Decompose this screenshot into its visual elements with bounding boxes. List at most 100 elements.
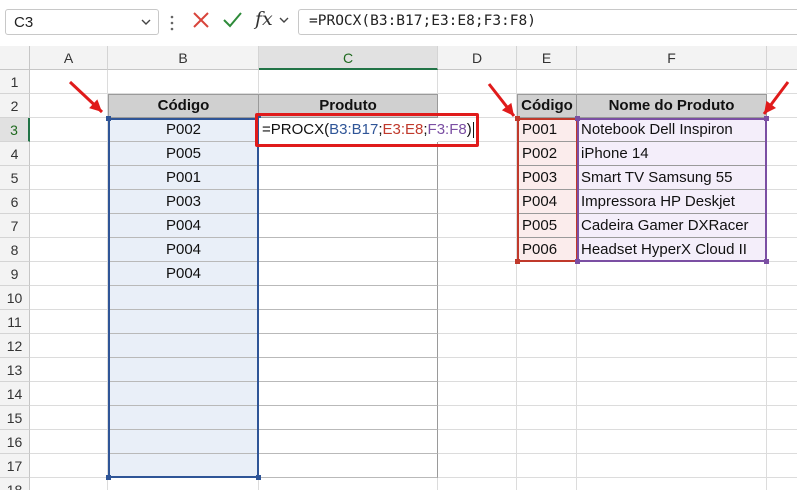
grid-cell[interactable] xyxy=(438,142,517,166)
table2-codigo-cell[interactable]: P002 xyxy=(517,142,577,166)
grid-cell[interactable] xyxy=(259,478,438,490)
grid-cell[interactable] xyxy=(767,382,797,406)
range-handle[interactable] xyxy=(106,475,111,480)
range-handle[interactable] xyxy=(106,116,111,121)
grid-cell[interactable] xyxy=(438,190,517,214)
row-header[interactable]: 2 xyxy=(0,94,30,118)
grid-cell[interactable] xyxy=(30,430,108,454)
grid-cell[interactable] xyxy=(517,310,577,334)
grid-cell[interactable] xyxy=(438,430,517,454)
column-header-e[interactable]: E xyxy=(517,46,577,70)
grid-cell[interactable] xyxy=(517,334,577,358)
grid-cell[interactable] xyxy=(767,118,797,142)
grid-cell[interactable] xyxy=(30,358,108,382)
grid-cell[interactable] xyxy=(30,214,108,238)
row-header[interactable]: 7 xyxy=(0,214,30,238)
grid-cell[interactable] xyxy=(517,382,577,406)
table1-produto-cell[interactable] xyxy=(259,382,438,406)
grid-cell[interactable] xyxy=(108,70,259,94)
table1-produto-cell[interactable] xyxy=(259,406,438,430)
grid-cell[interactable] xyxy=(767,166,797,190)
grid-cell[interactable] xyxy=(30,262,108,286)
grid-cell[interactable] xyxy=(767,190,797,214)
table1-produto-cell[interactable] xyxy=(259,454,438,478)
grid-cell[interactable] xyxy=(438,214,517,238)
grid-cell[interactable] xyxy=(517,262,577,286)
active-cell-c3[interactable]: =PROCX(B3:B17;E3:E8;F3:F8) xyxy=(259,118,474,142)
column-header-b[interactable]: B xyxy=(108,46,259,70)
column-header-f[interactable]: F xyxy=(577,46,767,70)
row-header[interactable]: 5 xyxy=(0,166,30,190)
table2-codigo-cell[interactable]: P006 xyxy=(517,238,577,262)
table1-codigo-cell[interactable]: P002 xyxy=(108,118,259,142)
enter-check-icon[interactable] xyxy=(222,11,242,29)
grid-cell[interactable] xyxy=(577,382,767,406)
grid-cell[interactable] xyxy=(577,406,767,430)
table1-codigo-cell[interactable] xyxy=(108,286,259,310)
grid-cell[interactable] xyxy=(438,238,517,262)
row-header[interactable]: 14 xyxy=(0,382,30,406)
grid-cell[interactable] xyxy=(577,286,767,310)
grid-cell[interactable] xyxy=(577,430,767,454)
table2-codigo-cell[interactable]: P003 xyxy=(517,166,577,190)
grid-cell[interactable] xyxy=(30,190,108,214)
grid-cell[interactable] xyxy=(30,94,108,118)
table1-codigo-cell[interactable]: P004 xyxy=(108,262,259,286)
grid-cell[interactable] xyxy=(767,478,797,490)
grid-cell[interactable] xyxy=(577,478,767,490)
range-handle[interactable] xyxy=(515,116,520,121)
grid-cell[interactable] xyxy=(30,334,108,358)
grid-cell[interactable] xyxy=(767,406,797,430)
table1-produto-cell[interactable] xyxy=(259,166,438,190)
table2-nome-cell[interactable]: Notebook Dell Inspiron xyxy=(577,118,767,142)
range-handle[interactable] xyxy=(764,259,769,264)
grid-cell[interactable] xyxy=(30,286,108,310)
grid-cell[interactable] xyxy=(767,430,797,454)
range-handle[interactable] xyxy=(764,116,769,121)
row-header[interactable]: 1 xyxy=(0,70,30,94)
cancel-icon[interactable] xyxy=(192,11,210,29)
table2-nome-cell[interactable]: Impressora HP Deskjet xyxy=(577,190,767,214)
grid-cell[interactable] xyxy=(767,94,797,118)
grid-cell[interactable] xyxy=(30,70,108,94)
table2-nome-cell[interactable]: Smart TV Samsung 55 xyxy=(577,166,767,190)
grid-cell[interactable] xyxy=(108,478,259,490)
grid-cell[interactable] xyxy=(438,382,517,406)
row-header[interactable]: 11 xyxy=(0,310,30,334)
grid-cell[interactable] xyxy=(30,478,108,490)
select-all-corner[interactable] xyxy=(0,46,30,70)
column-header-g[interactable] xyxy=(767,46,797,70)
grid-cell[interactable] xyxy=(767,142,797,166)
grid-cell[interactable] xyxy=(517,406,577,430)
table1-codigo-cell[interactable]: P004 xyxy=(108,214,259,238)
table1-codigo-cell[interactable] xyxy=(108,310,259,334)
table1-codigo-cell[interactable]: P003 xyxy=(108,190,259,214)
grid-cell[interactable] xyxy=(767,310,797,334)
table1-produto-cell[interactable] xyxy=(259,238,438,262)
row-header[interactable]: 16 xyxy=(0,430,30,454)
grid-cell[interactable] xyxy=(438,94,517,118)
grid-cell[interactable] xyxy=(30,454,108,478)
grid-cell[interactable] xyxy=(577,310,767,334)
grid-cell[interactable] xyxy=(577,454,767,478)
grid-cell[interactable] xyxy=(517,454,577,478)
table1-produto-cell[interactable] xyxy=(259,358,438,382)
table2-codigo-cell[interactable]: P005 xyxy=(517,214,577,238)
table1-produto-cell[interactable] xyxy=(259,214,438,238)
formula-input[interactable]: =PROCX(B3:B17;E3:E8;F3:F8) xyxy=(298,9,797,35)
table1-produto-cell[interactable] xyxy=(259,190,438,214)
grid-cell[interactable] xyxy=(767,334,797,358)
table1-codigo-cell[interactable] xyxy=(108,430,259,454)
row-header[interactable]: 10 xyxy=(0,286,30,310)
grid-cell[interactable] xyxy=(438,70,517,94)
table1-produto-cell[interactable] xyxy=(259,334,438,358)
grid-cell[interactable] xyxy=(577,262,767,286)
range-handle[interactable] xyxy=(575,116,580,121)
table2-nome-cell[interactable]: Cadeira Gamer DXRacer xyxy=(577,214,767,238)
row-header[interactable]: 15 xyxy=(0,406,30,430)
table1-produto-cell[interactable] xyxy=(259,430,438,454)
range-handle[interactable] xyxy=(256,475,261,480)
table1-codigo-cell[interactable] xyxy=(108,334,259,358)
grid-cell[interactable] xyxy=(517,286,577,310)
grid-cell[interactable] xyxy=(577,334,767,358)
